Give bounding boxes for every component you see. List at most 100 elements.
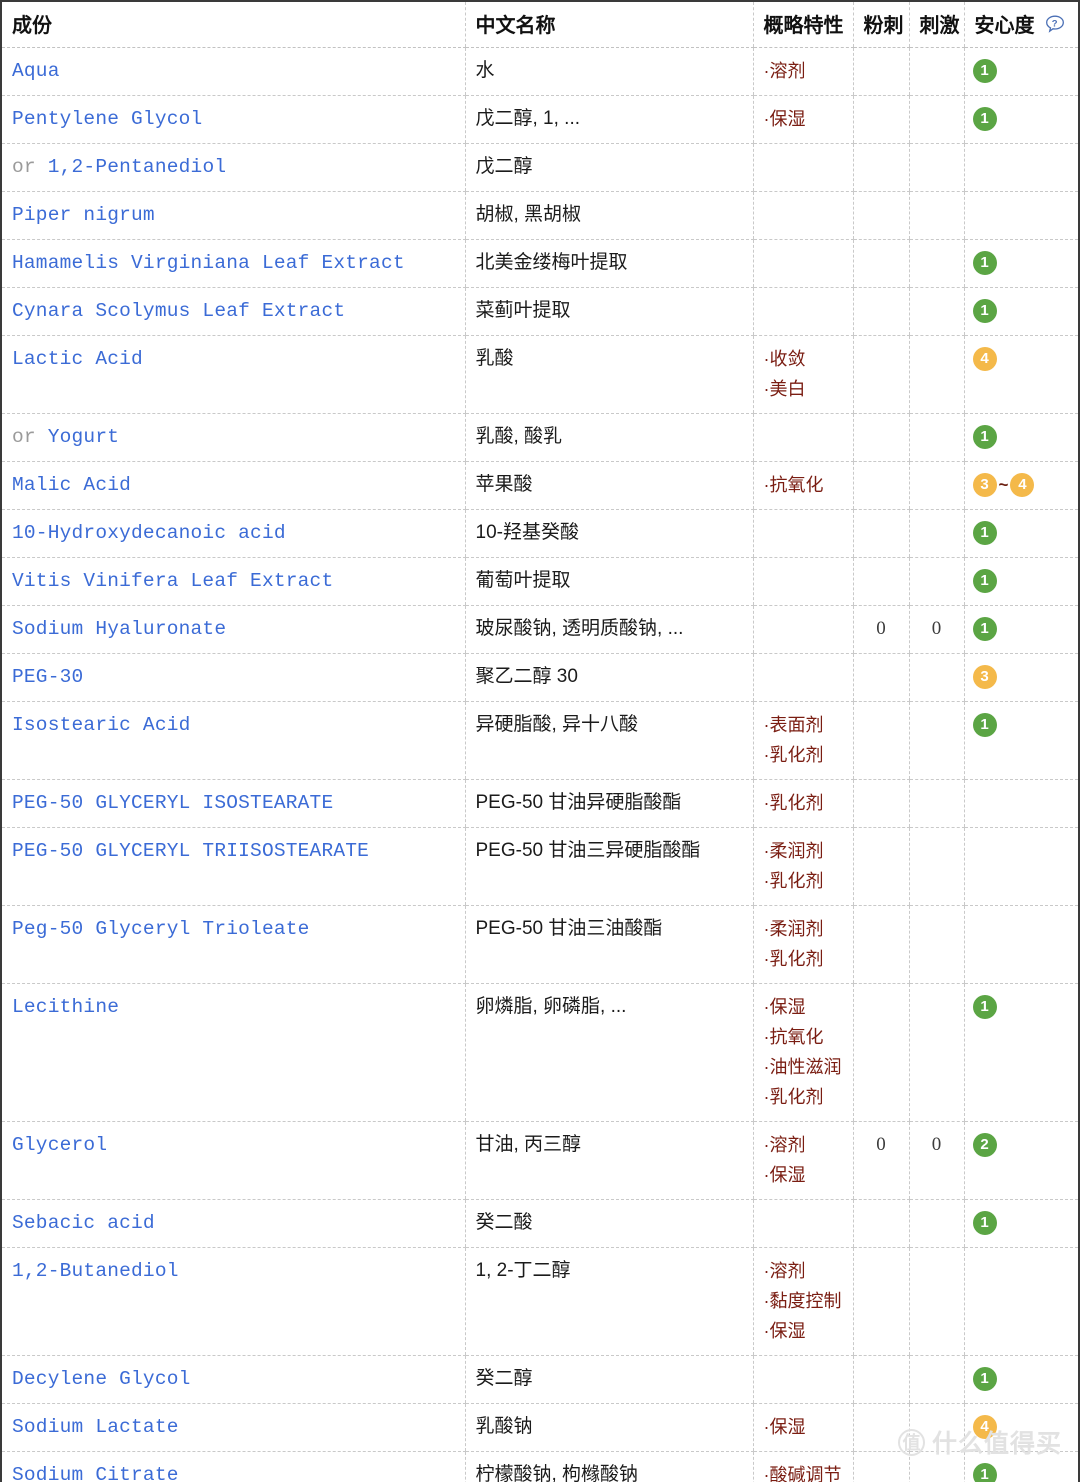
irritation-rating-cell: [908, 905, 964, 985]
ingredient-name-cell[interactable]: Sebacic acid: [1, 1199, 465, 1249]
ingredient-name-link[interactable]: 1,2-Pentanediol: [48, 156, 227, 178]
ingredient-name-cell[interactable]: 10-Hydroxydecanoic acid: [1, 509, 465, 559]
table-row: Aqua 水 ·溶剂 1: [1, 47, 1079, 96]
ingredient-name-cell[interactable]: Piper nigrum: [1, 191, 465, 240]
ingredient-name-cell[interactable]: Sodium Hyaluronate: [1, 605, 465, 655]
chinese-name-cell: 聚乙二醇 30: [464, 653, 753, 703]
ingredient-name-cell[interactable]: Hamamelis Virginiana Leaf Extract: [1, 239, 465, 288]
ingredient-name-link[interactable]: Aqua: [12, 60, 60, 82]
chinese-name-cell: 甘油, 丙三醇: [464, 1121, 753, 1201]
help-question-bubble-icon[interactable]: ?: [1044, 14, 1066, 36]
acne-rating-cell: [852, 905, 909, 985]
property-item: ·柔润剂: [763, 919, 824, 940]
ingredient-name-cell[interactable]: PEG-50 GLYCERYL TRIISOSTEARATE: [1, 827, 465, 907]
ingredient-name-link[interactable]: Lecithine: [12, 996, 119, 1018]
ingredient-name-link[interactable]: Decylene Glycol: [12, 1368, 191, 1390]
ingredient-name-link[interactable]: Sodium Lactate: [12, 1416, 179, 1438]
acne-rating-cell: [852, 827, 909, 907]
properties-cell: ·柔润剂 ·乳化剂: [752, 905, 853, 985]
irritation-rating-cell: [908, 191, 964, 240]
ingredient-name-link[interactable]: Malic Acid: [12, 474, 131, 496]
properties-cell: ·柔润剂 ·乳化剂: [752, 827, 853, 907]
ingredient-name-cell[interactable]: Malic Acid: [1, 461, 465, 511]
safety-badge: 1: [972, 713, 997, 737]
safety-rating-cell: 1: [963, 701, 1079, 781]
ingredient-name-cell[interactable]: Sodium Lactate: [1, 1403, 465, 1453]
ingredient-name-link[interactable]: Sebacic acid: [12, 1212, 155, 1234]
safety-rating-cell: 1: [963, 605, 1079, 655]
property-item: ·保湿: [763, 109, 806, 129]
chinese-name-cell: PEG-50 甘油三油酸酯: [464, 905, 753, 985]
safety-range-separator: ~: [998, 475, 1009, 494]
safety-badge: 2: [972, 1133, 997, 1157]
safety-rating-cell: 1: [963, 413, 1079, 462]
ingredient-name-cell[interactable]: Lactic Acid: [1, 335, 465, 414]
property-item: ·表面剂: [763, 715, 824, 736]
ingredient-name-cell[interactable]: Cynara Scolymus Leaf Extract: [1, 287, 465, 336]
irritation-rating-cell: [908, 1247, 964, 1357]
ingredient-name-link[interactable]: Sodium Hyaluronate: [12, 618, 226, 640]
safety-badge: 1: [972, 298, 997, 323]
ingredient-name-link[interactable]: Vitis Vinifera Leaf Extract: [12, 570, 333, 592]
safety-rating-cell: 1: [963, 95, 1079, 144]
ingredient-name-link[interactable]: PEG-50 GLYCERYL TRIISOSTEARATE: [12, 840, 369, 862]
ingredient-name-cell[interactable]: Sodium Citrate: [1, 1451, 465, 1482]
chinese-name-cell: 卵燐脂, 卵磷脂, ...: [464, 983, 753, 1123]
safety-rating-cell: [963, 1247, 1079, 1357]
safety-rating-cell: 1: [963, 1199, 1079, 1249]
table-row: Malic Acid 苹果酸 ·抗氧化 3 ~4: [1, 461, 1079, 511]
properties-cell: [752, 239, 853, 288]
ingredient-name-cell[interactable]: Lecithine: [1, 983, 465, 1123]
safety-badge: 1: [972, 569, 997, 593]
irritation-rating-cell: [908, 413, 964, 462]
ingredient-name-link[interactable]: Piper nigrum: [12, 204, 155, 226]
table-row: Hamamelis Virginiana Leaf Extract 北美金缕梅叶提…: [1, 239, 1079, 288]
table-row: PEG-30 聚乙二醇 30 3: [1, 653, 1079, 703]
chinese-name-cell: PEG-50 甘油异硬脂酸酯: [464, 779, 753, 829]
ingredient-name-link[interactable]: Pentylene Glycol: [12, 108, 202, 130]
ingredient-name-link[interactable]: 10-Hydroxydecanoic acid: [12, 522, 286, 544]
ingredient-name-link[interactable]: 1,2-Butanediol: [12, 1260, 179, 1282]
table-row: 1,2-Butanediol 1, 2-丁二醇 ·溶剂 ·黏度控制 ·保湿: [1, 1247, 1079, 1357]
ingredient-name-link[interactable]: Yogurt: [48, 426, 119, 448]
properties-cell: [752, 509, 853, 559]
property-item: ·乳化剂: [763, 871, 824, 892]
ingredient-name-link[interactable]: Isostearic Acid: [12, 714, 191, 736]
acne-rating-cell: [852, 461, 909, 511]
ingredient-name-cell[interactable]: Aqua: [1, 47, 465, 96]
irritation-rating-cell: [908, 95, 964, 144]
ingredient-name-cell[interactable]: 1,2-Butanediol: [1, 1247, 465, 1357]
properties-cell: ·溶剂 ·保湿: [752, 1121, 853, 1201]
ingredient-name-cell[interactable]: Pentylene Glycol: [1, 95, 465, 144]
ingredient-name-cell[interactable]: or Yogurt: [1, 413, 465, 462]
ingredient-name-cell[interactable]: Decylene Glycol: [1, 1355, 465, 1405]
ingredient-name-cell[interactable]: Vitis Vinifera Leaf Extract: [1, 557, 465, 607]
ingredient-name-link[interactable]: PEG-30: [12, 666, 83, 688]
ingredient-name-link[interactable]: Hamamelis Virginiana Leaf Extract: [12, 252, 405, 274]
ingredient-name-link[interactable]: Lactic Acid: [12, 348, 143, 370]
properties-cell: [752, 413, 853, 462]
ingredient-name-link[interactable]: Glycerol: [12, 1134, 107, 1156]
acne-rating-cell: [852, 413, 909, 462]
chinese-name-cell: 葡萄叶提取: [464, 557, 753, 607]
column-header-ingredient: 成份: [1, 1, 465, 48]
ingredient-name-cell[interactable]: PEG-30: [1, 653, 465, 703]
ingredient-name-link[interactable]: Sodium Citrate: [12, 1464, 179, 1482]
ingredient-name-link[interactable]: Peg-50 Glyceryl Trioleate: [12, 918, 310, 940]
ingredient-or-prefix: or: [12, 156, 36, 178]
properties-cell: [752, 653, 853, 703]
properties-cell: [752, 1199, 853, 1249]
property-item: ·保湿: [763, 1321, 806, 1342]
ingredient-name-link[interactable]: PEG-50 GLYCERYL ISOSTEARATE: [12, 792, 333, 814]
ingredient-name-cell[interactable]: Isostearic Acid: [1, 701, 465, 781]
ingredient-name-cell[interactable]: Peg-50 Glyceryl Trioleate: [1, 905, 465, 985]
ingredient-name-cell[interactable]: PEG-50 GLYCERYL ISOSTEARATE: [1, 779, 465, 829]
ingredient-name-cell[interactable]: Glycerol: [1, 1121, 465, 1201]
ingredient-name-link[interactable]: Cynara Scolymus Leaf Extract: [12, 300, 345, 322]
property-item: ·抗氧化: [763, 1027, 824, 1048]
table-row: 10-Hydroxydecanoic acid 10-羟基癸酸 1: [1, 509, 1079, 559]
properties-cell: [752, 605, 853, 655]
ingredient-name-cell[interactable]: or 1,2-Pentanediol: [1, 143, 465, 192]
properties-cell: ·保湿 ·抗氧化 ·油性滋润 ·乳化剂: [752, 983, 853, 1123]
safety-badge: 1: [972, 617, 997, 641]
